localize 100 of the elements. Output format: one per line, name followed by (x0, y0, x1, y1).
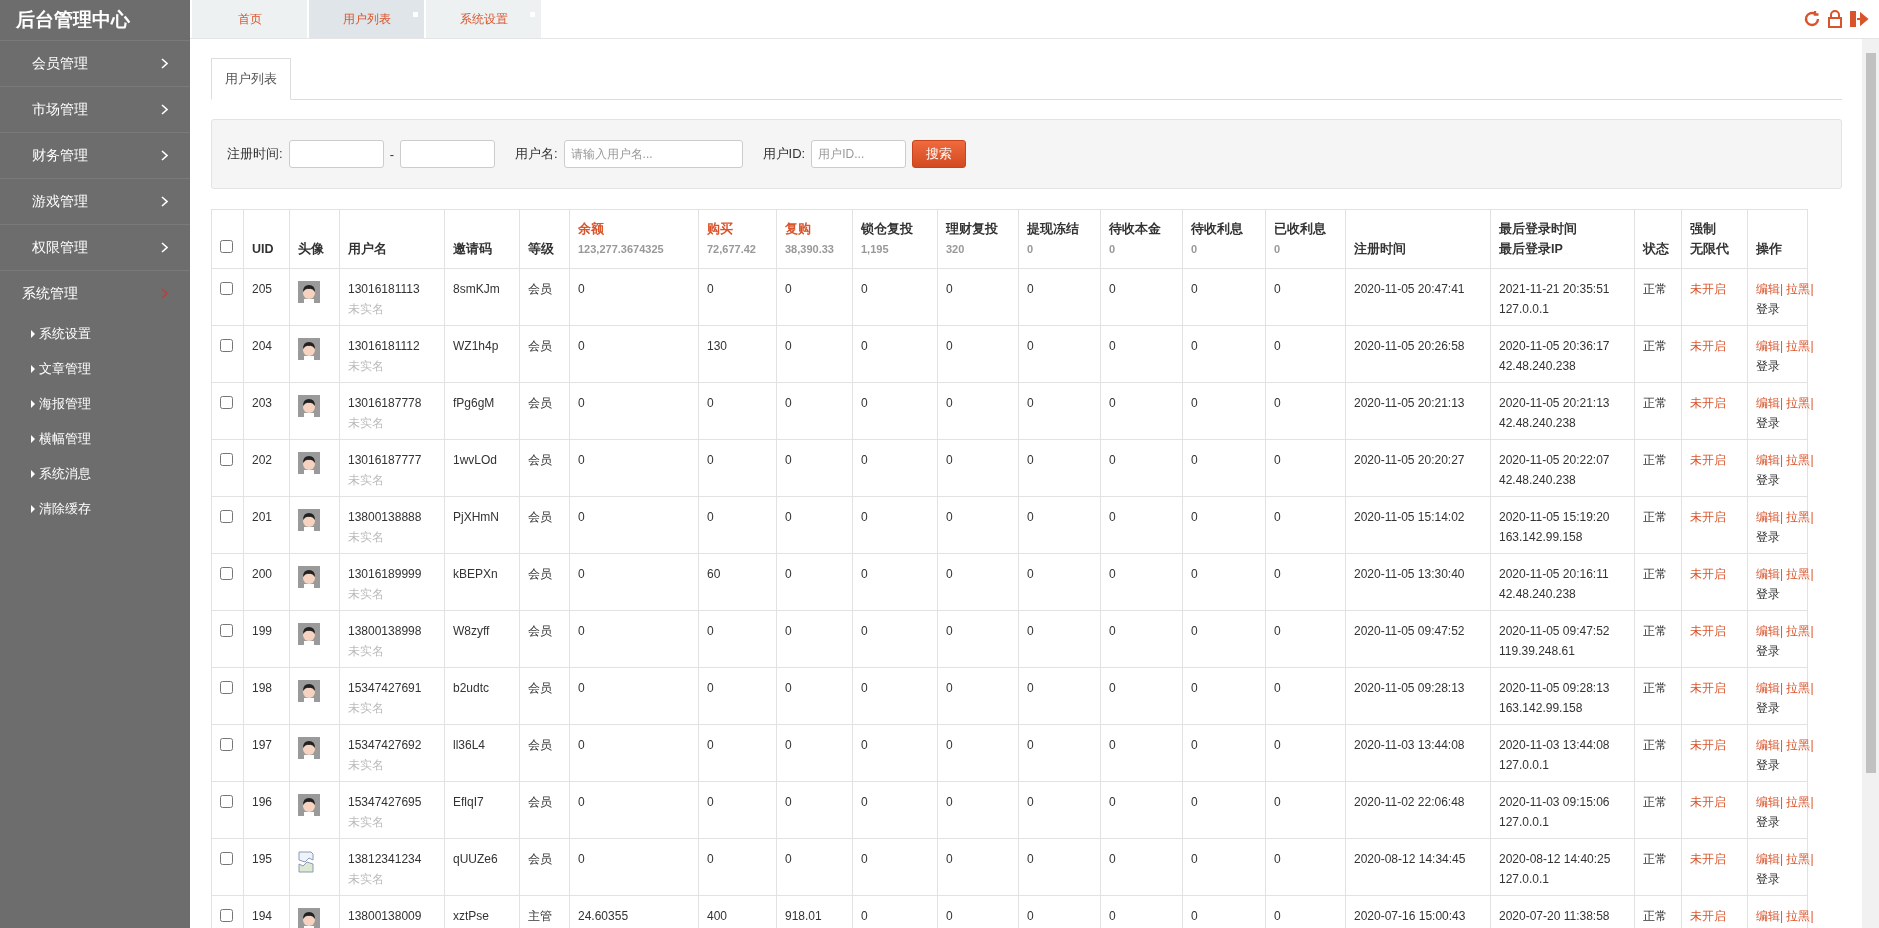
action-link[interactable]: 拉黑| (1786, 453, 1814, 467)
action-link[interactable]: 登录 (1756, 644, 1780, 658)
checkbox[interactable] (220, 339, 233, 352)
action-link[interactable]: 登录 (1756, 701, 1780, 715)
table-cell-text: 2020-11-05 20:47:41 (1354, 281, 1466, 298)
table-cell-text: 0 (1274, 395, 1282, 412)
action-link[interactable]: 登录 (1756, 530, 1780, 544)
action-link[interactable]: 拉黑| (1786, 909, 1814, 923)
checkbox[interactable] (220, 510, 233, 523)
input-field[interactable] (399, 140, 495, 168)
sidebar-subitem[interactable]: 系统消息 (0, 456, 190, 491)
action-link[interactable]: 拉黑| (1786, 738, 1814, 752)
checkbox[interactable] (220, 567, 233, 580)
input-field[interactable]: 请输入用户名... (563, 140, 743, 168)
sidebar-item[interactable]: 财务管理 (0, 132, 190, 178)
table-cell-text: 163.142.99.158 (1499, 700, 1584, 717)
sidebar-item[interactable]: 会员管理 (0, 40, 190, 86)
sidebar-subitem[interactable]: 系统设置 (0, 316, 190, 351)
sidebar-subitem[interactable]: 文章管理 (0, 351, 190, 386)
action-link[interactable]: 拉黑| (1786, 396, 1814, 410)
action-link[interactable]: 编辑| (1756, 453, 1784, 467)
refresh-icon[interactable] (1803, 10, 1821, 28)
table-cell-text: 0 (1027, 395, 1035, 412)
checkbox[interactable] (220, 396, 233, 409)
action-link[interactable]: 编辑| (1756, 396, 1784, 410)
table-cell-text: 0 (861, 680, 869, 697)
tab[interactable]: 用户列表 (309, 0, 424, 38)
action-link[interactable]: 拉黑| (1786, 567, 1814, 581)
table-cell-text: 0 (1274, 509, 1282, 526)
action-link[interactable]: 拉黑| (1786, 624, 1814, 638)
checkbox[interactable] (220, 681, 233, 694)
scrollbar-thumb[interactable] (1865, 53, 1876, 773)
action-link[interactable]: 登录 (1756, 872, 1780, 886)
action-link[interactable]: 编辑| (1756, 795, 1784, 809)
sidebar-subitem-label: 横幅管理 (39, 429, 91, 448)
range-separator: - (389, 146, 394, 162)
action-link[interactable]: 编辑| (1756, 339, 1784, 353)
action-link[interactable]: 登录 (1756, 473, 1780, 487)
tab[interactable]: 系统设置 (426, 0, 541, 38)
checkbox[interactable] (220, 909, 233, 922)
action-link[interactable]: 拉黑| (1786, 282, 1814, 296)
table-cell-text: 0 (785, 737, 793, 754)
table-cell-text: 2020-08-12 14:34:45 (1354, 851, 1467, 868)
tab[interactable]: 用户列表 (211, 58, 291, 100)
table-cell-text: 0 (1109, 623, 1117, 640)
action-link[interactable]: 编辑| (1756, 624, 1784, 638)
action-link[interactable]: 拉黑| (1786, 852, 1814, 866)
table-cell-text: 0 (946, 395, 954, 412)
action-link[interactable]: 登录 (1756, 416, 1780, 430)
scrollbar[interactable] (1862, 39, 1879, 928)
action-link[interactable]: 拉黑| (1786, 795, 1814, 809)
action-link[interactable]: 登录 (1756, 758, 1780, 772)
sidebar-item[interactable]: 市场管理 (0, 86, 190, 132)
table-cell-text: 13016181113 (348, 281, 421, 298)
table-cell-text: 0 (1274, 281, 1282, 298)
action-link[interactable]: 编辑| (1756, 681, 1784, 695)
action-link[interactable]: 编辑| (1756, 909, 1784, 923)
checkbox[interactable] (220, 240, 233, 253)
table-cell-text: 127.0.0.1 (1499, 814, 1551, 831)
table-cell-text: 0 (1274, 680, 1282, 697)
action-link[interactable]: 编辑| (1756, 510, 1784, 524)
table-cell-text: 会员 (528, 737, 553, 754)
lock-icon[interactable] (1827, 10, 1843, 28)
sidebar-item[interactable]: 游戏管理 (0, 178, 190, 224)
action-link[interactable]: 登录 (1756, 587, 1780, 601)
sidebar-subitem[interactable]: 横幅管理 (0, 421, 190, 456)
input-field[interactable] (288, 140, 384, 168)
checkbox[interactable] (220, 453, 233, 466)
checkbox[interactable] (220, 852, 233, 865)
checkbox[interactable] (220, 738, 233, 751)
action-link[interactable]: 编辑| (1756, 282, 1784, 296)
action-link[interactable]: 登录 (1756, 302, 1780, 316)
table-cell-text: 0 (1027, 338, 1035, 355)
checkbox[interactable] (220, 795, 233, 808)
action-link[interactable]: 登录 (1756, 815, 1780, 829)
table-cell-text: kBEPXn (453, 566, 499, 583)
action-link[interactable]: 拉黑| (1786, 681, 1814, 695)
sidebar-item[interactable]: 权限管理 (0, 224, 190, 270)
action-link[interactable]: 编辑| (1756, 738, 1784, 752)
action-link[interactable]: 拉黑| (1786, 339, 1814, 353)
sidebar-subitem[interactable]: 海报管理 (0, 386, 190, 421)
logout-icon[interactable] (1849, 10, 1869, 28)
input-field[interactable]: 用户ID... (811, 140, 907, 168)
table-cell-text: 42.48.240.238 (1499, 415, 1577, 432)
tab[interactable]: 首页 (192, 0, 307, 38)
table-cell-text: 0 (707, 680, 715, 697)
search-button[interactable]: 搜索 (912, 140, 967, 168)
action-link[interactable]: 编辑| (1756, 852, 1784, 866)
checkbox[interactable] (220, 282, 233, 295)
table-cell-text: 0 (1191, 509, 1199, 526)
checkbox[interactable] (220, 624, 233, 637)
action-link[interactable]: 拉黑| (1786, 510, 1814, 524)
column-total: 72,677.42 (707, 242, 757, 257)
action-link[interactable]: 编辑| (1756, 567, 1784, 581)
table-cell-text: 205 (252, 281, 274, 298)
action-link[interactable]: 登录 (1756, 359, 1780, 373)
sidebar-item[interactable]: 系统管理 (0, 270, 190, 316)
table-cell-text: 0 (1274, 338, 1282, 355)
sidebar-subitem[interactable]: 清除缓存 (0, 491, 190, 526)
table-cell-text: 0 (785, 851, 793, 868)
